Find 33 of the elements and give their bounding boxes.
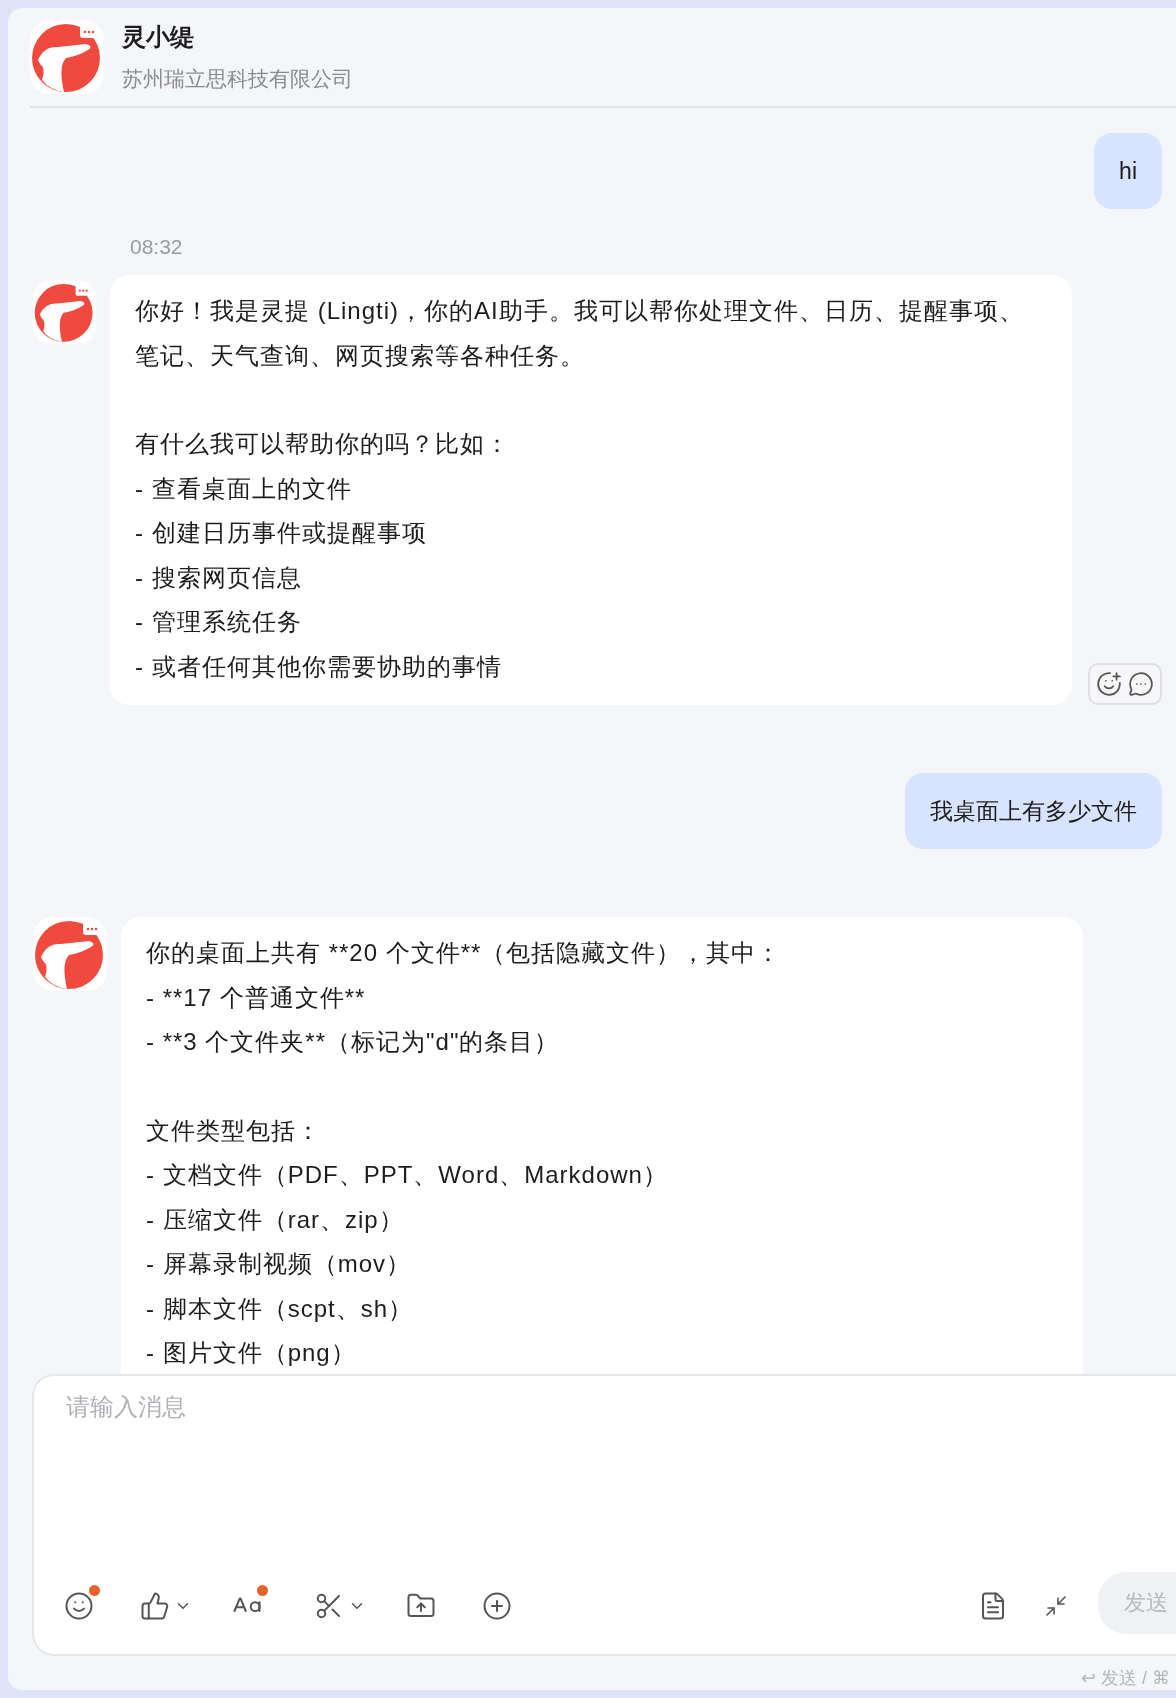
message-text: - 脚本文件（scpt、sh） [146,1293,415,1324]
message-text: 你好！我是灵提 (Lingti)，你的AI助手。我可以帮你处理文件、日历、提醒事项、笔记、天气查询、网页搜索等各种任务。 [135,296,1025,371]
message-text: - 文档文件（PDF、PPT、Word、Markdown） [146,1160,669,1190]
logo-icon [30,20,104,94]
chat-title: 灵小缇 [122,22,195,52]
message-text: 文件类型包括： [146,1115,322,1146]
chat-subtitle: 苏州瑞立思科技有限公司 [122,66,353,92]
message-text: 你的桌面上共有 **20 个文件**（包括隐藏文件），其中： [146,938,783,968]
shortcut-hint: ↩ 发送 / ⌘ [1080,1667,1171,1690]
user-message: 我桌面上有多少文件 [905,773,1162,849]
message-field[interactable]: 请输入消息 发送 [32,1374,1176,1656]
collapse-icon [1044,1594,1068,1618]
message-text: - **3 个文件夹**（标记为"d"的条目） [146,1027,561,1057]
message-text: - 或者任何其他你需要协助的事情 [135,651,503,682]
message-text: - 管理系统任务 [135,607,303,637]
message-text: - 屏幕录制视频（mov） [146,1249,412,1279]
message-text: - 查看桌面上的文件 [135,473,353,504]
thumbs-up-icon [140,1591,170,1621]
emoji-button[interactable] [64,1585,100,1621]
message-text: - 搜索网页信息 [135,562,303,593]
message-text: - **17 个普通文件** [146,982,367,1013]
logo-icon [33,917,107,991]
smile-icon [64,1591,94,1621]
message-text: 有什么我可以帮助你的吗？比如： [135,429,511,459]
message-text: - 创建日历事件或提醒事项 [135,518,428,548]
timestamp: 08:32 [130,235,184,259]
comment-icon[interactable] [1128,671,1154,697]
plus-circle-icon [482,1591,512,1621]
add-reaction-icon[interactable] [1096,671,1122,697]
send-button[interactable]: 发送 [1098,1572,1176,1634]
message-text: - 压缩文件（rar、zip） [146,1204,405,1235]
user-message: hi [1094,133,1162,209]
message-text: - 图片文件（png） [146,1338,357,1368]
